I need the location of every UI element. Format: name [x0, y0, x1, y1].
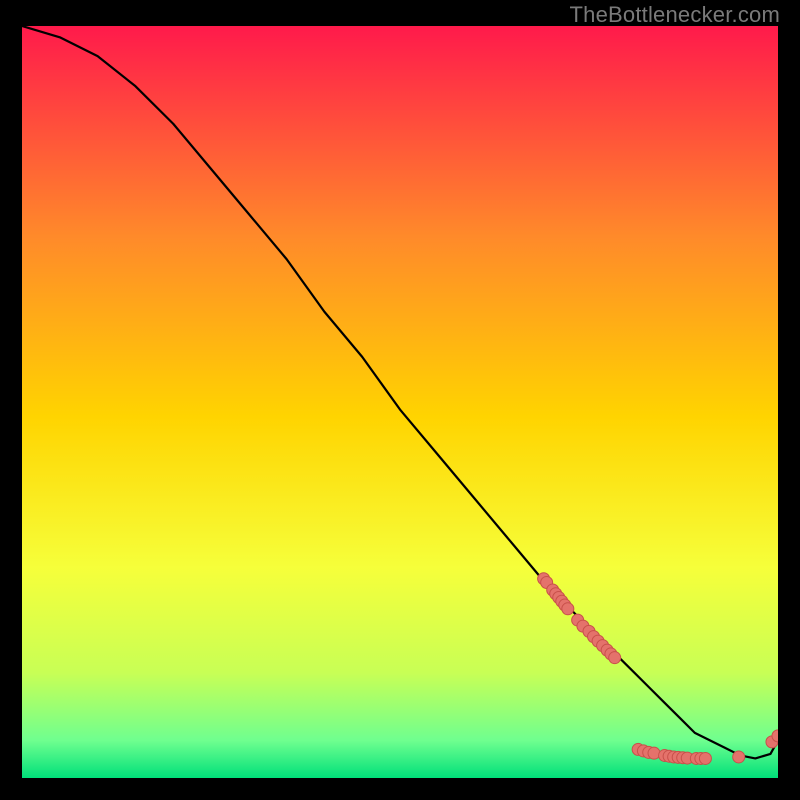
- watermark-label: TheBottlenecker.com: [570, 2, 780, 28]
- chart-container: TheBottlenecker.com: [0, 0, 800, 800]
- data-point: [562, 603, 574, 615]
- gradient-background: [22, 26, 778, 778]
- data-point: [648, 747, 660, 759]
- data-point: [609, 652, 621, 664]
- chart-svg: [22, 26, 778, 778]
- data-point: [733, 751, 745, 763]
- chart-plot: [22, 26, 778, 778]
- data-point: [699, 752, 711, 764]
